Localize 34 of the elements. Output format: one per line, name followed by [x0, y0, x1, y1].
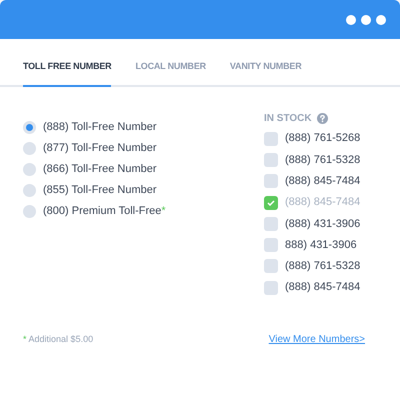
- radio-label: (877) Toll-Free Number: [43, 141, 157, 156]
- phone-number: (888) 761-5328: [285, 152, 360, 168]
- checkbox[interactable]: [264, 259, 278, 274]
- phone-number: (888) 845-7484: [285, 280, 360, 296]
- phone-number: (888) 845-7484: [285, 195, 360, 210]
- tab[interactable]: LOCAL NUMBER: [135, 60, 206, 87]
- phone-number: 888) 431-3906: [285, 238, 357, 253]
- phone-number: (888) 845-7484: [285, 174, 360, 189]
- check-icon: [267, 200, 275, 206]
- checkbox[interactable]: [264, 152, 278, 167]
- phone-number: (888) 761-5268: [285, 131, 360, 146]
- radio-label: (855) Toll-Free Number: [43, 183, 157, 198]
- checkbox[interactable]: [264, 238, 278, 252]
- checkbox[interactable]: [264, 174, 278, 188]
- view-more-link[interactable]: View More Numbers>: [268, 332, 365, 348]
- footnote: * Additional $5.00: [23, 333, 94, 346]
- tab[interactable]: VANITY NUMBER: [230, 60, 302, 87]
- checkbox[interactable]: [264, 216, 278, 231]
- radio-button[interactable]: [23, 205, 36, 218]
- radio-button[interactable]: [23, 121, 36, 134]
- help-icon[interactable]: [316, 112, 328, 124]
- tab[interactable]: TOLL FREE NUMBER: [23, 60, 112, 87]
- checkbox[interactable]: [264, 280, 278, 295]
- radio-label: (866) Toll-Free Number: [43, 162, 157, 178]
- phone-number: (888) 431-3906: [285, 216, 360, 232]
- radio-label: (800) Premium Toll-Free*: [43, 204, 166, 220]
- section-heading: IN STOCK: [264, 112, 312, 126]
- radio-button[interactable]: [23, 163, 36, 176]
- radio-label: (888) Toll-Free Number: [43, 120, 157, 136]
- checkbox[interactable]: [264, 132, 278, 146]
- radio-button[interactable]: [23, 184, 36, 197]
- phone-number: (888) 761-5328: [285, 259, 360, 274]
- checkbox[interactable]: [264, 196, 278, 210]
- radio-button[interactable]: [23, 142, 36, 155]
